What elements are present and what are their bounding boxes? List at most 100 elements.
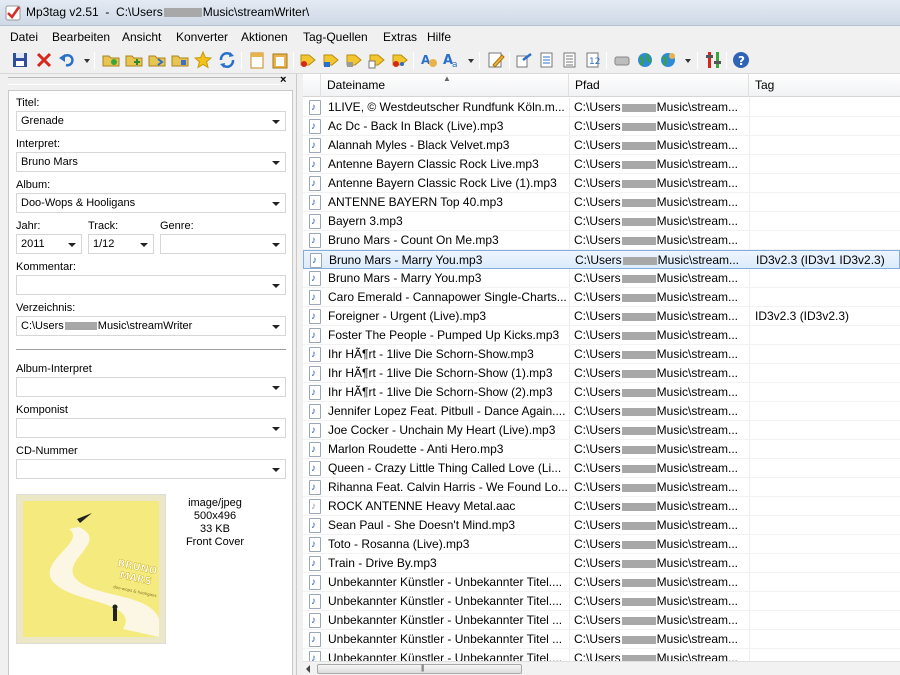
help-icon[interactable]: ?: [732, 51, 750, 69]
table-row[interactable]: ♪ ANTENNE BAYERN Top 40.mp3 C:\Users Music\…: [303, 193, 900, 212]
chevron-down-icon[interactable]: [272, 202, 280, 206]
playlist-icon[interactable]: [538, 51, 556, 69]
folder-favorite-icon[interactable]: [171, 51, 189, 69]
table-row[interactable]: ♪ Toto - Rosanna (Live).mp3 C:\Users Music\…: [303, 535, 900, 554]
track-field[interactable]: 1/12: [88, 234, 154, 254]
text-file-to-tag-icon[interactable]: [368, 51, 386, 69]
undo-icon[interactable]: [58, 51, 76, 69]
web-source-icon[interactable]: [636, 51, 654, 69]
table-row[interactable]: ♪ ROCK ANTENNE Heavy Metal.aac C:\Users Mus…: [303, 497, 900, 516]
column-icon[interactable]: [303, 74, 321, 97]
table-row[interactable]: ♪ Antenne Bayern Classic Rock Live.mp3 C:\…: [303, 155, 900, 174]
mp3tag-app-icon[interactable]: [5, 5, 21, 21]
column-pfad[interactable]: Pfad: [569, 74, 749, 97]
table-row[interactable]: ♪ Antenne Bayern Classic Rock Live (1).mp…: [303, 174, 900, 193]
table-row[interactable]: ♪ Joe Cocker - Unchain My Heart (Live).mp…: [303, 421, 900, 440]
table-row[interactable]: ♪ Unbekannter Künstler - Unbekannter Tite…: [303, 611, 900, 630]
table-row[interactable]: ♪ Train - Drive By.mp3 C:\Users Music\strea…: [303, 554, 900, 573]
table-row[interactable]: ♪ Ihr HÃ¶rt - 1live Die Schorn-Show.mp3 C:…: [303, 345, 900, 364]
table-row[interactable]: ♪ 1LIVE, © Westdeutscher Rundfunk Köln.m.…: [303, 98, 900, 117]
menu-ansicht[interactable]: Ansicht: [122, 30, 161, 44]
cd-number-field[interactable]: [16, 459, 286, 479]
table-row[interactable]: ♪ Bruno Mars - Marry You.mp3 C:\Users Music…: [303, 269, 900, 288]
table-row[interactable]: ♪ Bruno Mars - Marry You.mp3 C:\Users Music…: [303, 250, 900, 269]
horizontal-scrollbar[interactable]: |||: [303, 661, 900, 675]
refresh-icon[interactable]: [218, 51, 236, 69]
year-field[interactable]: 2011: [16, 234, 82, 254]
composer-field[interactable]: [16, 418, 286, 438]
chevron-down-icon[interactable]: [272, 161, 280, 165]
title-field[interactable]: Grenade: [16, 111, 286, 131]
table-row[interactable]: ♪ Bruno Mars - Count On Me.mp3 C:\Users Mus…: [303, 231, 900, 250]
table-row[interactable]: ♪ Sean Paul - She Doesn't Mind.mp3 C:\User…: [303, 516, 900, 535]
chevron-down-icon[interactable]: [272, 468, 280, 472]
actions-dropdown-arrow-icon[interactable]: [468, 59, 474, 63]
options-icon[interactable]: [705, 51, 723, 69]
chevron-down-icon[interactable]: [272, 386, 280, 390]
cover-art-image[interactable]: BRUNO MARS doo-wops & hooligans: [16, 494, 166, 644]
column-tag[interactable]: Tag: [749, 74, 900, 97]
filename-to-filename-icon[interactable]: [345, 51, 363, 69]
table-row[interactable]: ♪ Foreigner - Urgent (Live).mp3 C:\Users Mu…: [303, 307, 900, 326]
close-panel-icon[interactable]: ×: [280, 74, 286, 86]
table-row[interactable]: ♪ Bayern 3.mp3 C:\Users Music\stream...: [303, 212, 900, 231]
undo-dropdown-arrow-icon[interactable]: [84, 59, 90, 63]
add-directory-icon[interactable]: [125, 51, 143, 69]
copy-tag-icon[interactable]: [248, 51, 266, 69]
table-row[interactable]: ♪ Marlon Roudette - Anti Hero.mp3 C:\Users…: [303, 440, 900, 459]
favorite-star-icon[interactable]: [194, 51, 212, 69]
globe-source-icon[interactable]: [659, 51, 677, 69]
album-artist-field[interactable]: [16, 377, 286, 397]
table-row[interactable]: ♪ Unbekannter Künstler - Unbekannter Tite…: [303, 573, 900, 592]
remove-tag-icon[interactable]: [35, 51, 53, 69]
table-row[interactable]: ♪ Ihr HÃ¶rt - 1live Die Schorn-Show (2).m…: [303, 383, 900, 402]
table-row[interactable]: ♪ Ac Dc - Back In Black (Live).mp3 C:\User…: [303, 117, 900, 136]
table-row[interactable]: ♪ Ihr HÃ¶rt - 1live Die Schorn-Show (1).m…: [303, 364, 900, 383]
chevron-down-icon[interactable]: [272, 427, 280, 431]
paste-tag-icon[interactable]: [271, 51, 289, 69]
menu-tag-quellen[interactable]: Tag-Quellen: [303, 30, 368, 44]
autonumber-icon[interactable]: 12: [584, 51, 602, 69]
table-row[interactable]: ♪ Queen - Crazy Little Thing Called Love …: [303, 459, 900, 478]
album-field[interactable]: Doo-Wops & Hooligans: [16, 193, 286, 213]
table-row[interactable]: ♪ Caro Emerald - Cannapower Single-Charts…: [303, 288, 900, 307]
table-row[interactable]: ♪ Unbekannter Künstler - Unbekannter Tite…: [303, 592, 900, 611]
chevron-down-icon[interactable]: [272, 325, 280, 329]
tag-to-tag-icon[interactable]: [391, 51, 409, 69]
menu-bearbeiten[interactable]: Bearbeiten: [52, 30, 110, 44]
menu-aktionen[interactable]: Aktionen: [241, 30, 288, 44]
menu-extras[interactable]: Extras: [383, 30, 417, 44]
save-icon[interactable]: [11, 51, 29, 69]
freedb-icon[interactable]: [613, 51, 631, 69]
actions-quick-icon[interactable]: A: [420, 51, 438, 69]
panel-grip[interactable]: [8, 77, 284, 85]
chevron-down-icon[interactable]: [272, 120, 280, 124]
chevron-down-icon[interactable]: [68, 243, 76, 247]
directory-field[interactable]: C:\Users Music\streamWriter: [16, 316, 286, 336]
list-icon[interactable]: [561, 51, 579, 69]
edit-icon[interactable]: [487, 51, 505, 69]
table-row[interactable]: ♪ Rihanna Feat. Calvin Harris - We Found …: [303, 478, 900, 497]
export-icon[interactable]: [515, 51, 533, 69]
chevron-down-icon[interactable]: [272, 243, 280, 247]
change-directory-icon[interactable]: [102, 51, 120, 69]
table-row[interactable]: ♪ Alannah Myles - Black Velvet.mp3 C:\User…: [303, 136, 900, 155]
table-row[interactable]: ♪ Jennifer Lopez Feat. Pitbull - Dance Ag…: [303, 402, 900, 421]
tag-sources-dropdown-arrow-icon[interactable]: [685, 59, 691, 63]
genre-field[interactable]: [160, 234, 286, 254]
menu-datei[interactable]: Datei: [10, 30, 38, 44]
folder-open-icon[interactable]: [148, 51, 166, 69]
menu-hilfe[interactable]: Hilfe: [427, 30, 451, 44]
chevron-down-icon[interactable]: [272, 284, 280, 288]
menu-konverter[interactable]: Konverter: [176, 30, 228, 44]
actions-icon[interactable]: Aa: [443, 51, 461, 69]
chevron-down-icon[interactable]: [140, 243, 148, 247]
artist-field[interactable]: Bruno Mars: [16, 152, 286, 172]
table-row[interactable]: ♪ Unbekannter Künstler - Unbekannter Tite…: [303, 630, 900, 649]
scroll-left-icon[interactable]: [306, 665, 310, 673]
filename-to-tag-icon[interactable]: [322, 51, 340, 69]
scrollbar-thumb[interactable]: [317, 664, 522, 674]
comment-field[interactable]: [16, 275, 286, 295]
tag-to-filename-icon[interactable]: [299, 51, 317, 69]
table-row[interactable]: ♪ Unbekannter Künstler - Unbekannter Tite…: [303, 649, 900, 661]
